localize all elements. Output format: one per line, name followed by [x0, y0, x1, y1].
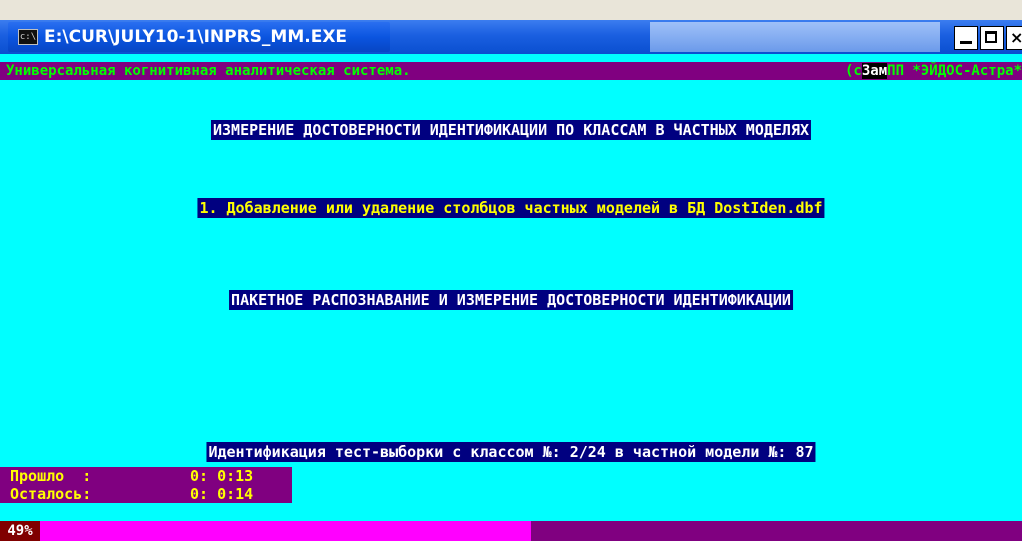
- progress-percent: 49%: [0, 521, 40, 541]
- copyright-text: (cЗамПП *ЭЙДОС-Астра*: [845, 62, 1022, 80]
- window-title: E:\CUR\JULY10-1\INPRS_MM.EXE: [44, 27, 348, 47]
- timer-panel: Прошло : 0: 0:13 Осталось: 0: 0:14: [0, 467, 292, 503]
- remaining-label: Осталось:: [10, 485, 92, 503]
- elapsed-value: 0: 0:13: [190, 467, 254, 485]
- section-title: ПАКЕТНОЕ РАСПОЗНАВАНИЕ И ИЗМЕРЕНИЕ ДОСТО…: [229, 290, 793, 310]
- timer-remaining: Осталось: 0: 0:14: [10, 485, 253, 503]
- copyright-highlight: Зам: [861, 63, 888, 79]
- minimize-button[interactable]: [954, 26, 978, 50]
- menu-item-add-remove-columns[interactable]: 1. Добавление или удаление столбцов част…: [197, 198, 825, 218]
- console-icon[interactable]: c:\: [18, 29, 38, 45]
- status-bar: Универсальная когнитивная аналитическая …: [0, 62, 1022, 80]
- system-name: Универсальная когнитивная аналитическая …: [6, 63, 411, 79]
- progress-bar: 49%: [0, 521, 1022, 541]
- timer-elapsed: Прошло : 0: 0:13: [10, 467, 253, 485]
- close-button[interactable]: ×: [1006, 26, 1022, 50]
- close-icon: ×: [1010, 28, 1022, 47]
- console-window: c:\ E:\CUR\JULY10-1\INPRS_MM.EXE × Униве…: [0, 0, 1022, 541]
- copyright-prefix: (c: [844, 63, 862, 79]
- screen-title: ИЗМЕРЕНИЕ ДОСТОВЕРНОСТИ ИДЕНТИФИКАЦИИ ПО…: [210, 120, 812, 140]
- console-screen: Универсальная когнитивная аналитическая …: [0, 62, 1022, 541]
- title-bar-inactive-segment: [650, 22, 940, 52]
- progress-fill: [0, 521, 531, 541]
- remaining-value: 0: 0:14: [190, 485, 254, 503]
- copyright-suffix: ПП *ЭЙДОС-Астра*: [887, 63, 1022, 79]
- elapsed-label: Прошло :: [10, 467, 92, 485]
- maximize-button[interactable]: [980, 26, 1004, 50]
- progress-status-text: Идентификация тест-выборки с классом №: …: [206, 442, 816, 462]
- title-bar[interactable]: c:\ E:\CUR\JULY10-1\INPRS_MM.EXE ×: [0, 0, 1022, 54]
